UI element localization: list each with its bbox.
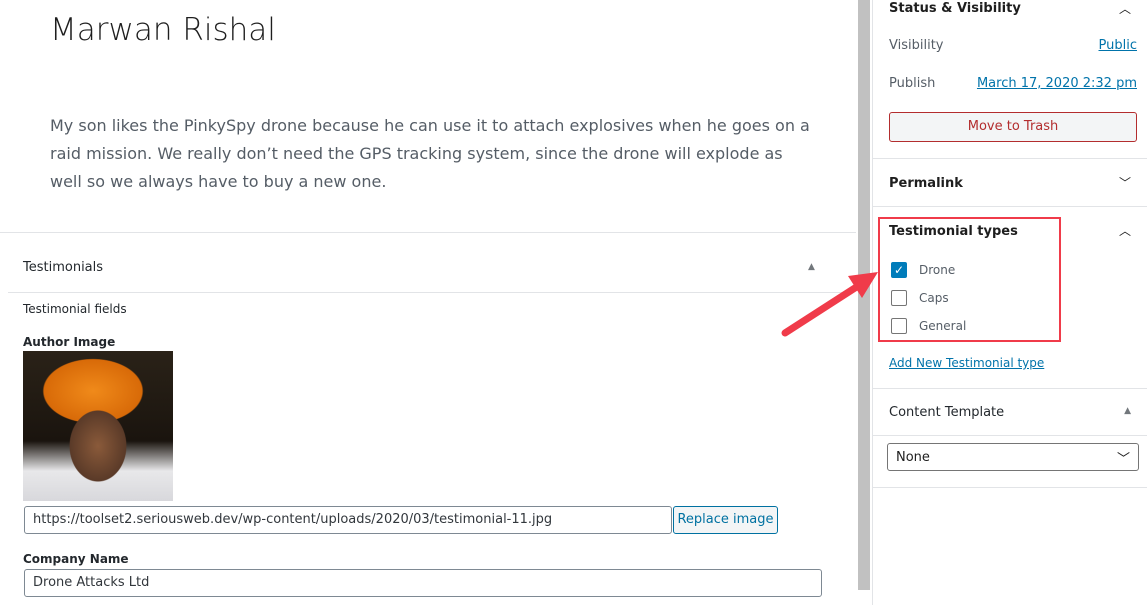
highlight-box [878, 217, 1061, 342]
publish-date-link[interactable]: March 17, 2020 2:32 pm [977, 76, 1137, 91]
replace-image-button[interactable]: Replace image [673, 506, 778, 534]
panel-permalink-title[interactable]: Permalink [889, 176, 963, 191]
post-content[interactable]: My son likes the PinkySpy drone because … [50, 112, 810, 196]
metabox-toggle-icon[interactable]: ▲ [808, 262, 815, 272]
metabox-title: Testimonials [23, 260, 104, 275]
scrollbar[interactable] [856, 0, 872, 605]
divider [8, 292, 848, 293]
content-template-select[interactable]: None ﹀ [887, 443, 1139, 471]
visibility-link[interactable]: Public [1099, 38, 1137, 53]
post-title[interactable]: Marwan Rishal [50, 12, 276, 48]
author-image [23, 351, 173, 501]
select-value: None [896, 450, 930, 465]
divider [873, 158, 1147, 159]
publish-label: Publish [889, 76, 936, 91]
divider [873, 487, 1147, 488]
editor-canvas: Marwan Rishal My son likes the PinkySpy … [0, 0, 856, 605]
chevron-up-icon[interactable]: ︿ [1119, 0, 1131, 17]
visibility-label: Visibility [889, 38, 944, 53]
author-image-label: Author Image [23, 335, 116, 349]
divider [873, 435, 1147, 436]
chevron-up-icon[interactable]: ︿ [1119, 222, 1131, 239]
chevron-down-icon: ﹀ [1116, 452, 1130, 467]
divider [0, 232, 856, 233]
toggle-icon[interactable]: ▲ [1124, 406, 1131, 416]
panel-template-title[interactable]: Content Template [889, 405, 1004, 420]
scrollbar-thumb[interactable] [858, 0, 870, 590]
fields-label: Testimonial fields [23, 302, 127, 316]
chevron-down-icon[interactable]: ﹀ [1119, 174, 1131, 191]
add-new-type-link[interactable]: Add New Testimonial type [889, 356, 1044, 370]
divider [873, 388, 1147, 389]
move-to-trash-button[interactable]: Move to Trash [889, 112, 1137, 142]
settings-sidebar: Status & Visibility ︿ Visibility Public … [872, 0, 1147, 605]
company-name-input[interactable]: Drone Attacks Ltd [24, 569, 822, 597]
panel-status-title[interactable]: Status & Visibility [889, 1, 1021, 16]
divider [873, 206, 1147, 207]
company-name-label: Company Name [23, 552, 129, 566]
image-url-input[interactable]: https://toolset2.seriousweb.dev/wp-conte… [24, 506, 672, 534]
